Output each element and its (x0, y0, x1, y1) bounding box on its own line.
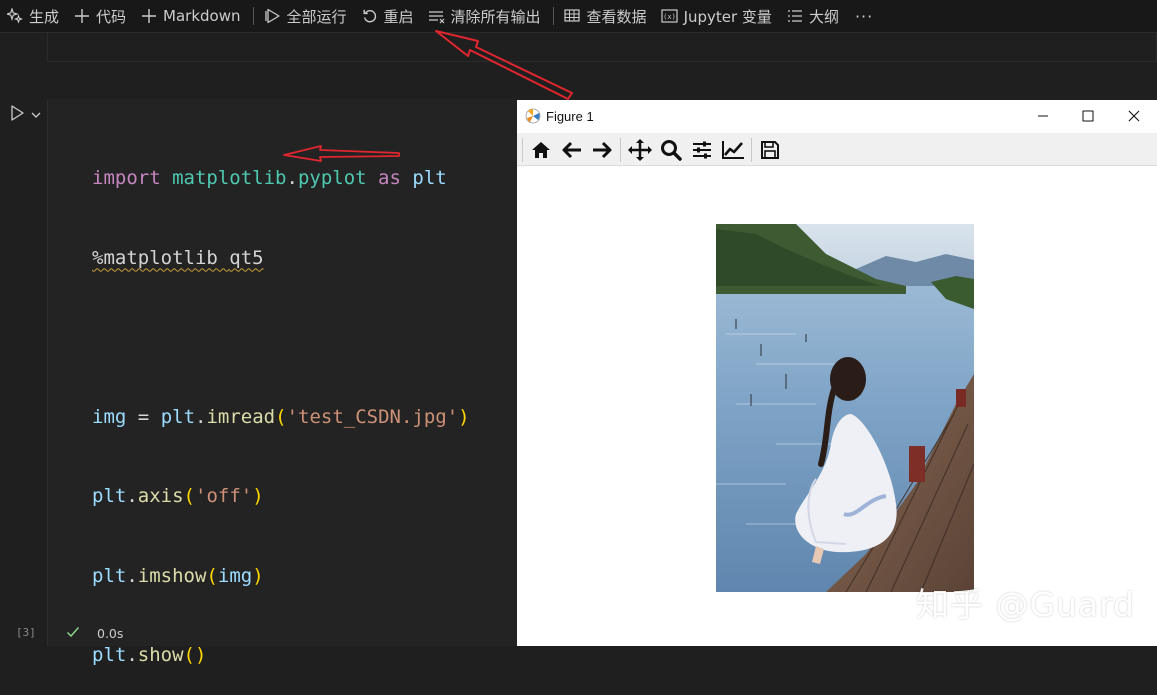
zoom-button[interactable] (659, 139, 683, 161)
run-all-button[interactable]: 全部运行 (258, 0, 355, 33)
toolbar-divider (252, 7, 254, 25)
close-button[interactable] (1111, 100, 1157, 132)
add-markdown-button[interactable]: Markdown (134, 0, 248, 33)
add-code-button[interactable]: 代码 (67, 0, 134, 33)
plus-icon (140, 7, 158, 25)
figure-window: Figure 1 (517, 100, 1157, 646)
outline-button[interactable]: 大纲 (780, 0, 847, 33)
run-all-label: 全部运行 (286, 7, 347, 26)
toolbar-divider (552, 7, 554, 25)
save-figure-button[interactable] (758, 139, 782, 161)
back-button[interactable] (560, 139, 584, 161)
execution-count: [3] (16, 626, 36, 639)
outline-label: 大纲 (808, 7, 839, 26)
displayed-photo (716, 224, 974, 592)
clear-outputs-button[interactable]: 清除所有输出 (422, 0, 549, 33)
zoom-icon (661, 140, 682, 161)
pan-icon (628, 139, 652, 161)
outline-icon (786, 7, 804, 25)
code-line: img = plt.imread('test_CSDN.jpg') (92, 404, 470, 431)
notebook-toolbar: 生成 代码 Markdown 全部运行 重启 清除所有输出 查看数据 (x) J… (0, 0, 1157, 33)
save-icon (761, 141, 779, 159)
jupyter-variables-label: Jupyter 变量 (683, 7, 772, 26)
home-button[interactable] (529, 139, 553, 161)
code-line-text: import matplotlib.pyplot as plt (92, 167, 447, 189)
home-icon (532, 142, 550, 158)
code-line-text: plt.imshow(img) (92, 564, 264, 587)
data-viewer-icon (563, 7, 582, 25)
minimize-icon (1038, 115, 1048, 117)
clear-outputs-label: 清除所有输出 (450, 7, 541, 26)
code-line-text: plt.show() (92, 644, 207, 666)
figure-title: Figure 1 (546, 109, 594, 124)
code-line-text: %matplotlib qt5 (92, 246, 264, 269)
run-options-button[interactable] (30, 106, 42, 118)
toolbar-grip (522, 138, 523, 162)
figure-toolbar (517, 133, 1157, 166)
configure-subplots-icon (693, 141, 711, 159)
data-viewer-button[interactable]: 查看数据 (558, 0, 655, 33)
clear-outputs-icon (428, 7, 446, 25)
code-line-text: plt.axis('off') (92, 485, 264, 507)
more-actions-button[interactable]: ··· (847, 7, 881, 26)
code-line: plt.axis('off') (92, 483, 470, 510)
back-icon (562, 141, 581, 159)
figure-titlebar[interactable]: Figure 1 (517, 100, 1157, 132)
edit-axes-button[interactable] (721, 139, 745, 161)
edit-axes-icon (722, 141, 744, 159)
run-cell-button[interactable] (8, 104, 26, 122)
add-markdown-label: Markdown (163, 7, 241, 25)
data-viewer-label: 查看数据 (586, 7, 647, 26)
code-line: %matplotlib qt5 (92, 245, 470, 272)
success-check-icon (66, 624, 80, 638)
variables-icon: (x) (660, 7, 679, 25)
execution-time: 0.0s (97, 626, 124, 641)
code-line-text: img = plt.imread('test_CSDN.jpg') (92, 405, 470, 428)
generate-label: 生成 (29, 7, 60, 26)
matplotlib-logo-icon (525, 108, 541, 124)
svg-text:(x): (x) (663, 13, 676, 21)
generate-button[interactable]: 生成 (0, 0, 67, 33)
close-icon (1128, 110, 1140, 122)
code-editor[interactable]: import matplotlib.pyplot as plt %matplot… (92, 112, 470, 695)
toolbar-divider (751, 138, 752, 162)
previous-cell[interactable] (47, 33, 1157, 62)
figure-canvas[interactable] (517, 166, 1157, 646)
cell-gutter (0, 98, 46, 646)
restart-button[interactable]: 重启 (355, 0, 422, 33)
add-code-label: 代码 (96, 7, 127, 26)
chevron-down-icon (31, 112, 41, 118)
run-all-icon (264, 7, 282, 25)
play-icon (11, 105, 24, 121)
jupyter-variables-button[interactable]: (x) Jupyter 变量 (655, 0, 780, 33)
maximize-button[interactable] (1065, 100, 1111, 132)
toolbar-divider (620, 138, 621, 162)
code-line: plt.imshow(img) (92, 563, 470, 590)
restart-icon (361, 7, 379, 25)
sparkle-icon (6, 7, 24, 25)
configure-subplots-button[interactable] (690, 139, 714, 161)
watermark: 知乎 @Guard (916, 585, 1136, 624)
restart-label: 重启 (383, 7, 414, 26)
minimize-button[interactable] (1020, 100, 1066, 132)
forward-icon (593, 141, 612, 159)
maximize-icon (1082, 110, 1094, 122)
forward-button[interactable] (590, 139, 614, 161)
plus-icon (73, 7, 91, 25)
pan-button[interactable] (628, 139, 652, 161)
code-line: import matplotlib.pyplot as plt (92, 165, 470, 192)
